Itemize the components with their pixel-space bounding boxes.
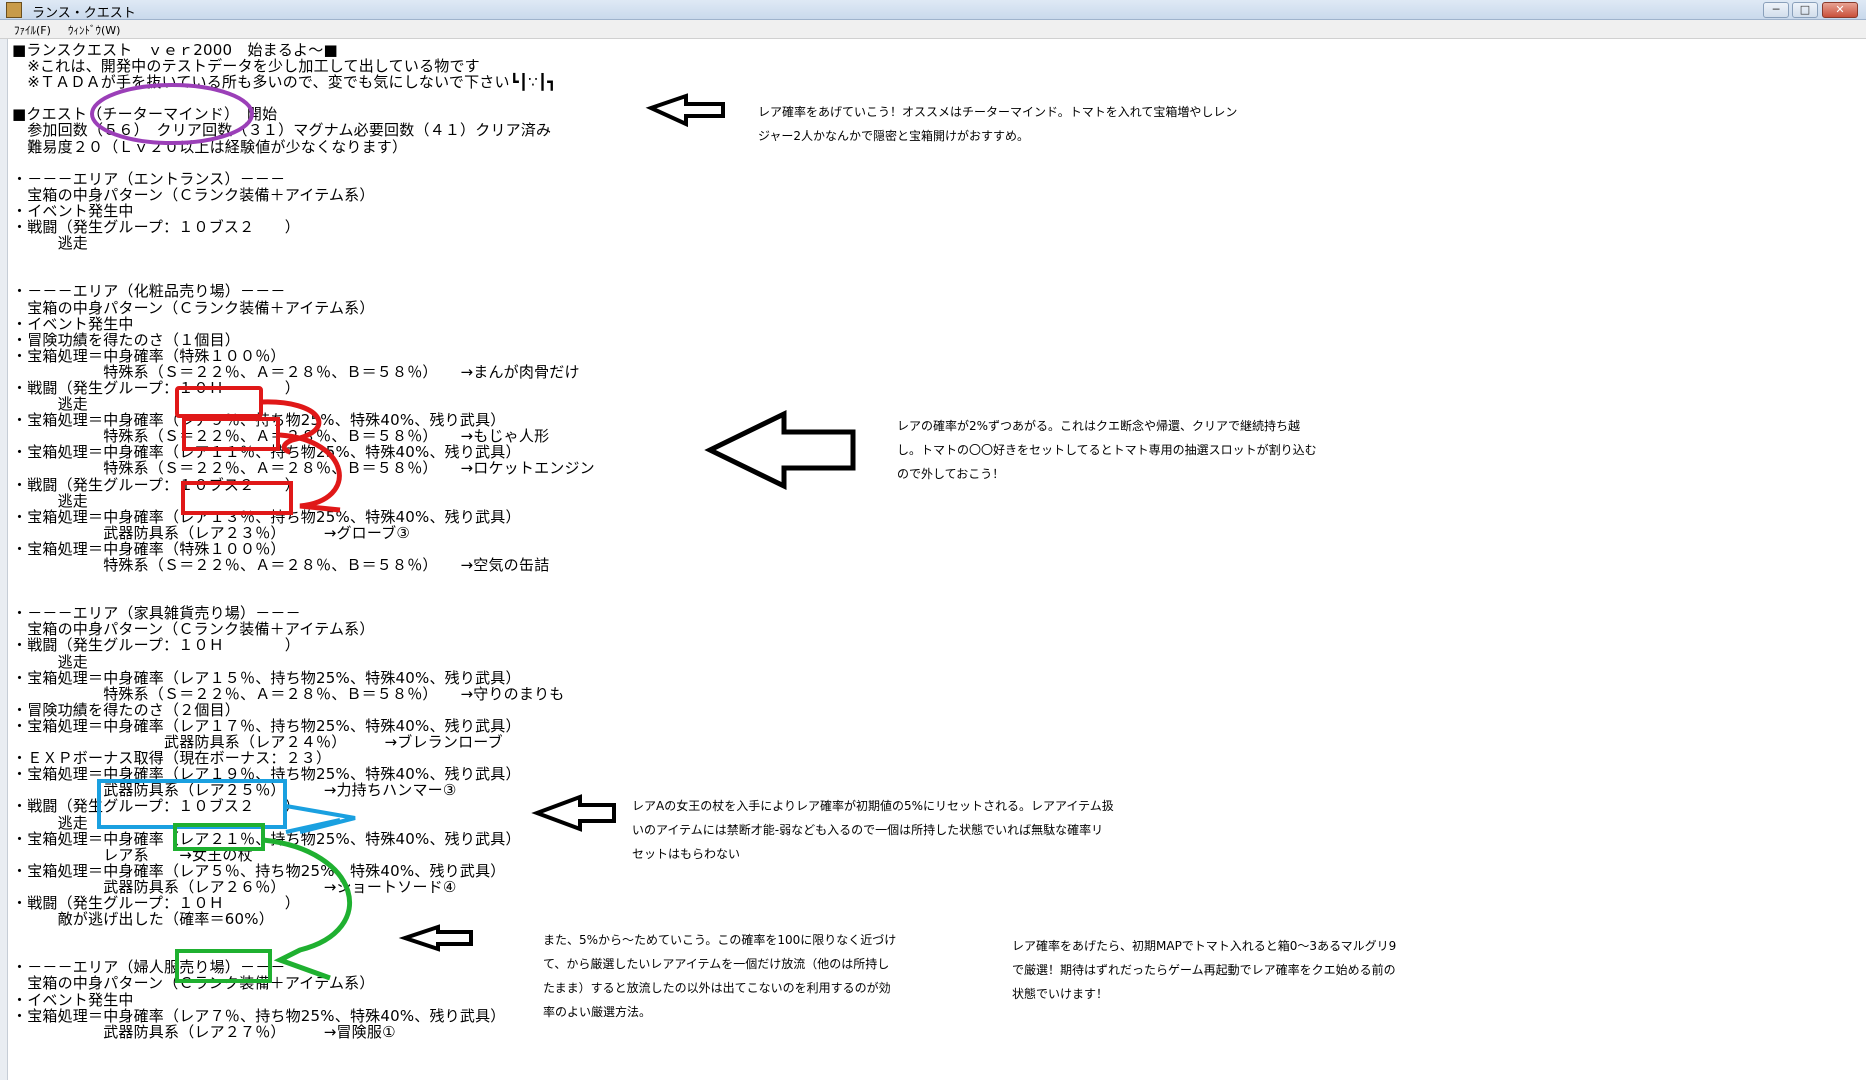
log-line: ・戦闘（発生グループ：１０Ｈ ） [12, 893, 300, 912]
log-line: ・宝箱処理＝中身確率（レア１１％、持ち物25%、特殊40%、残り武具） [12, 443, 521, 462]
note-rare-step: レアの確率が2%ずつあがる。これはクエ断念や帰還、クリアで継続持ち越 し。トマト… [897, 414, 1317, 486]
note-line: で厳選！期待はずれだったらゲーム再起動でレア確率をクエ始める前の [1012, 963, 1396, 977]
note-line: いのアイテムには禁断才能-弱なども入るので一個は所持した状態でいれば無駄な確率リ [632, 823, 1104, 837]
menu-window[interactable]: ｳｨﾝﾄﾞｳ(W) [68, 22, 120, 38]
log-line: ・－－－エリア（化粧品売り場）－－－ [12, 282, 286, 301]
log-line: 逃走 [12, 491, 89, 510]
note-selection-method: また、5%から～ためていこう。この確率を100に限りなく近づけ て、から厳選した… [543, 928, 896, 1024]
arrow-left-icon [645, 93, 725, 128]
note-line: し。トマトの〇〇好きをセットしてるとトマト専用の抽選スロットが割り込む [897, 443, 1317, 457]
note-line: 率のよい厳選方法。 [543, 1005, 652, 1019]
log-line: 逃走 [12, 234, 89, 253]
log-line: ■ランスクエスト ｖｅｒ2000 始まるよ～■ [12, 41, 338, 59]
note-line: レアの確率が2%ずつあがる。これはクエ断念や帰還、クリアで継続持ち越 [897, 419, 1301, 433]
log-line: ・宝箱処理＝中身確率（レア７％、持ち物25%、特殊40%、残り武具） [12, 1006, 506, 1025]
log-line: 宝箱の中身パターン（Ｃランク装備＋アイテム系） [12, 974, 375, 993]
arrow-left-icon [704, 410, 856, 490]
log-line: ・戦闘（発生グループ：１０ブス２ ） [12, 475, 300, 494]
note-initial-map: レア確率をあげたら、初期MAPでトマト入れると箱0～3あるマルグリ9 で厳選！期… [1012, 934, 1396, 1006]
note-rare-reset: レアAの女王の杖を入手によりレア確率が初期値の5%にリセットされる。レアアイテム… [632, 794, 1114, 866]
log-line: ・戦闘（発生グループ：１０Ｈ ） [12, 636, 300, 655]
log-line [12, 155, 595, 171]
log-line [12, 267, 595, 283]
left-scroll-edge [0, 39, 8, 1080]
note-line: レア確率をあげていこう！オススメはチーターマインド。トマトを入れて宝箱増やしレン [758, 105, 1238, 119]
log-line: ・宝箱処理＝中身確率（特殊１００％） [12, 346, 286, 365]
log-line: 特殊系（Ｓ＝２２％、Ａ＝２８％、Ｂ＝５８％） →まんが肉骨だけ [12, 362, 580, 381]
log-line: レア系 →女王の杖 [12, 845, 253, 864]
log-line: ・イベント発生中 [12, 314, 134, 333]
log-line [12, 90, 595, 106]
title-bar: ランス・クエスト ─ □ ✕ [0, 0, 1866, 21]
minimize-button[interactable]: ─ [1763, 2, 1789, 18]
log-line: ■クエスト（チーターマインド） 開始 [12, 105, 278, 124]
log-line: 宝箱の中身パターン（Ｃランク装備＋アイテム系） [12, 620, 375, 639]
log-line: 特殊系（Ｓ＝２２％、Ａ＝２８％、Ｂ＝５８％） →守りのまりも [12, 684, 565, 703]
log-line: ・宝箱処理＝中身確率（レア１９％、持ち物25%、特殊40%、残り武具） [12, 765, 521, 784]
log-line: 武器防具系（レア２６％） →ショートソード④ [12, 877, 457, 896]
log-line [12, 943, 595, 959]
note-line: ので外しておこう！ [897, 467, 1005, 481]
log-line: ・冒険功績を得たのさ（２個目） [12, 700, 241, 719]
log-line: 敵が逃げ出した（確率＝60%） [12, 910, 274, 929]
note-line: たまま）すると放流したの以外は出てこないのを利用するのが効 [543, 981, 891, 995]
close-button[interactable]: ✕ [1822, 2, 1858, 18]
log-line: 武器防具系（レア２５％） →力持ちハンマー③ [12, 781, 457, 800]
app-icon [6, 2, 22, 18]
log-line: ・イベント発生中 [12, 990, 134, 1009]
log-line [12, 589, 595, 605]
log-line: 逃走 [12, 652, 89, 671]
log-line: ・戦闘（発生グループ：１０Ｈ ） [12, 378, 300, 397]
log-line: ・宝箱処理＝中身確率（レア１７％、持ち物25%、特殊40%、残り武具） [12, 716, 521, 735]
log-line: 難易度２０（Ｌｖ２０以上は経験値が少なくなります） [12, 137, 408, 156]
log-line: ・－－－エリア（エントランス）－－－ [12, 169, 286, 188]
note-line: 状態でいけます！ [1012, 987, 1109, 1001]
log-line: ・宝箱処理＝中身確率（レア９％、持ち物25%、特殊40%、残り武具） [12, 411, 506, 430]
note-rare-increase: レア確率をあげていこう！オススメはチーターマインド。トマトを入れて宝箱増やしレン… [758, 100, 1237, 148]
log-line: ※これは、開発中のテストデータを少し加工して出している物です [12, 57, 480, 76]
menu-bar: ﾌｧｲﾙ(F) ｳｨﾝﾄﾞｳ(W) [0, 20, 1866, 39]
log-line: ・宝箱処理＝中身確率（特殊１００％） [12, 539, 286, 558]
log-line: ・宝箱処理＝中身確率（レア１５％、持ち物25%、特殊40%、残り武具） [12, 668, 521, 687]
log-line: ・宝箱処理＝中身確率（レア１３％、持ち物25%、特殊40%、残り武具） [12, 507, 521, 526]
maximize-button[interactable]: □ [1792, 2, 1818, 18]
log-line: ・冒険功績を得たのさ（１個目） [12, 330, 241, 349]
note-line: レアAの女王の杖を入手によりレア確率が初期値の5%にリセットされる。レアアイテム… [632, 799, 1114, 813]
note-line: レア確率をあげたら、初期MAPでトマト入れると箱0～3あるマルグリ9 [1012, 939, 1397, 953]
log-line: 特殊系（Ｓ＝２２％、Ａ＝２８％、Ｂ＝５８％） →ロケットエンジン [12, 459, 595, 478]
log-line: ※ＴＡＤＡが手を抜いている所も多いので、変でも気にしないで下さい┗┃∵┃┓ [12, 73, 557, 92]
note-line: セットはもらわない [632, 847, 741, 861]
log-line [12, 251, 595, 267]
log-line: 宝箱の中身パターン（Ｃランク装備＋アイテム系） [12, 185, 375, 204]
note-line: ジャー2人かなんかで隠密と宝箱開けがおすすめ。 [758, 129, 1030, 143]
log-line: 武器防具系（レア２３％） →グローブ③ [12, 523, 411, 542]
log-line: ・宝箱処理＝中身確率（レア２１％、持ち物25%、特殊40%、残り武具） [12, 829, 521, 848]
log-line: 武器防具系（レア２４％） →ブレランローブ [12, 733, 503, 752]
log-line [12, 573, 595, 589]
log-line: 参加回数（５６） クリア回数（３１）マグナム必要回数（４１）クリア済み [12, 121, 552, 140]
log-line: ・－－－エリア（婦人服売り場）－－－ [12, 958, 286, 977]
log-line [12, 927, 595, 943]
log-line: ・ＥＸＰボーナス取得（現在ボーナス：２３） [12, 749, 332, 768]
note-line: また、5%から～ためていこう。この確率を100に限りなく近づけ [543, 933, 897, 947]
window-title: ランス・クエスト [32, 6, 136, 21]
log-line: ・宝箱処理＝中身確率（レア５％、持ち物25%、特殊40%、残り武具） [12, 861, 506, 880]
log-line: 宝箱の中身パターン（Ｃランク装備＋アイテム系） [12, 298, 375, 317]
log-line: 特殊系（Ｓ＝２２％、Ａ＝２８％、Ｂ＝５８％） →もじゃ人形 [12, 427, 550, 446]
log-line: ・イベント発生中 [12, 201, 134, 220]
log-line: 逃走 [12, 395, 89, 414]
log-line: ・戦闘（発生グループ：１０ブス２ ） [12, 218, 300, 237]
log-line: 武器防具系（レア２７％） →冒険服① [12, 1022, 396, 1041]
log-line: ・－－－エリア（家具雑貨売り場）－－－ [12, 604, 301, 623]
log-line: ・戦闘（発生グループ：１０ブス２ ） [12, 797, 300, 816]
log-line: 特殊系（Ｓ＝２２％、Ａ＝２８％、Ｂ＝５８％） →空気の缶詰 [12, 556, 550, 574]
menu-file[interactable]: ﾌｧｲﾙ(F) [14, 22, 51, 38]
quest-log: ■ランスクエスト ｖｅｒ2000 始まるよ～■ ※これは、開発中のテストデータを… [12, 42, 595, 1040]
log-line: 逃走 [12, 813, 89, 832]
note-line: て、から厳選したいレアアイテムを一個だけ放流（他のは所持し [543, 957, 890, 971]
